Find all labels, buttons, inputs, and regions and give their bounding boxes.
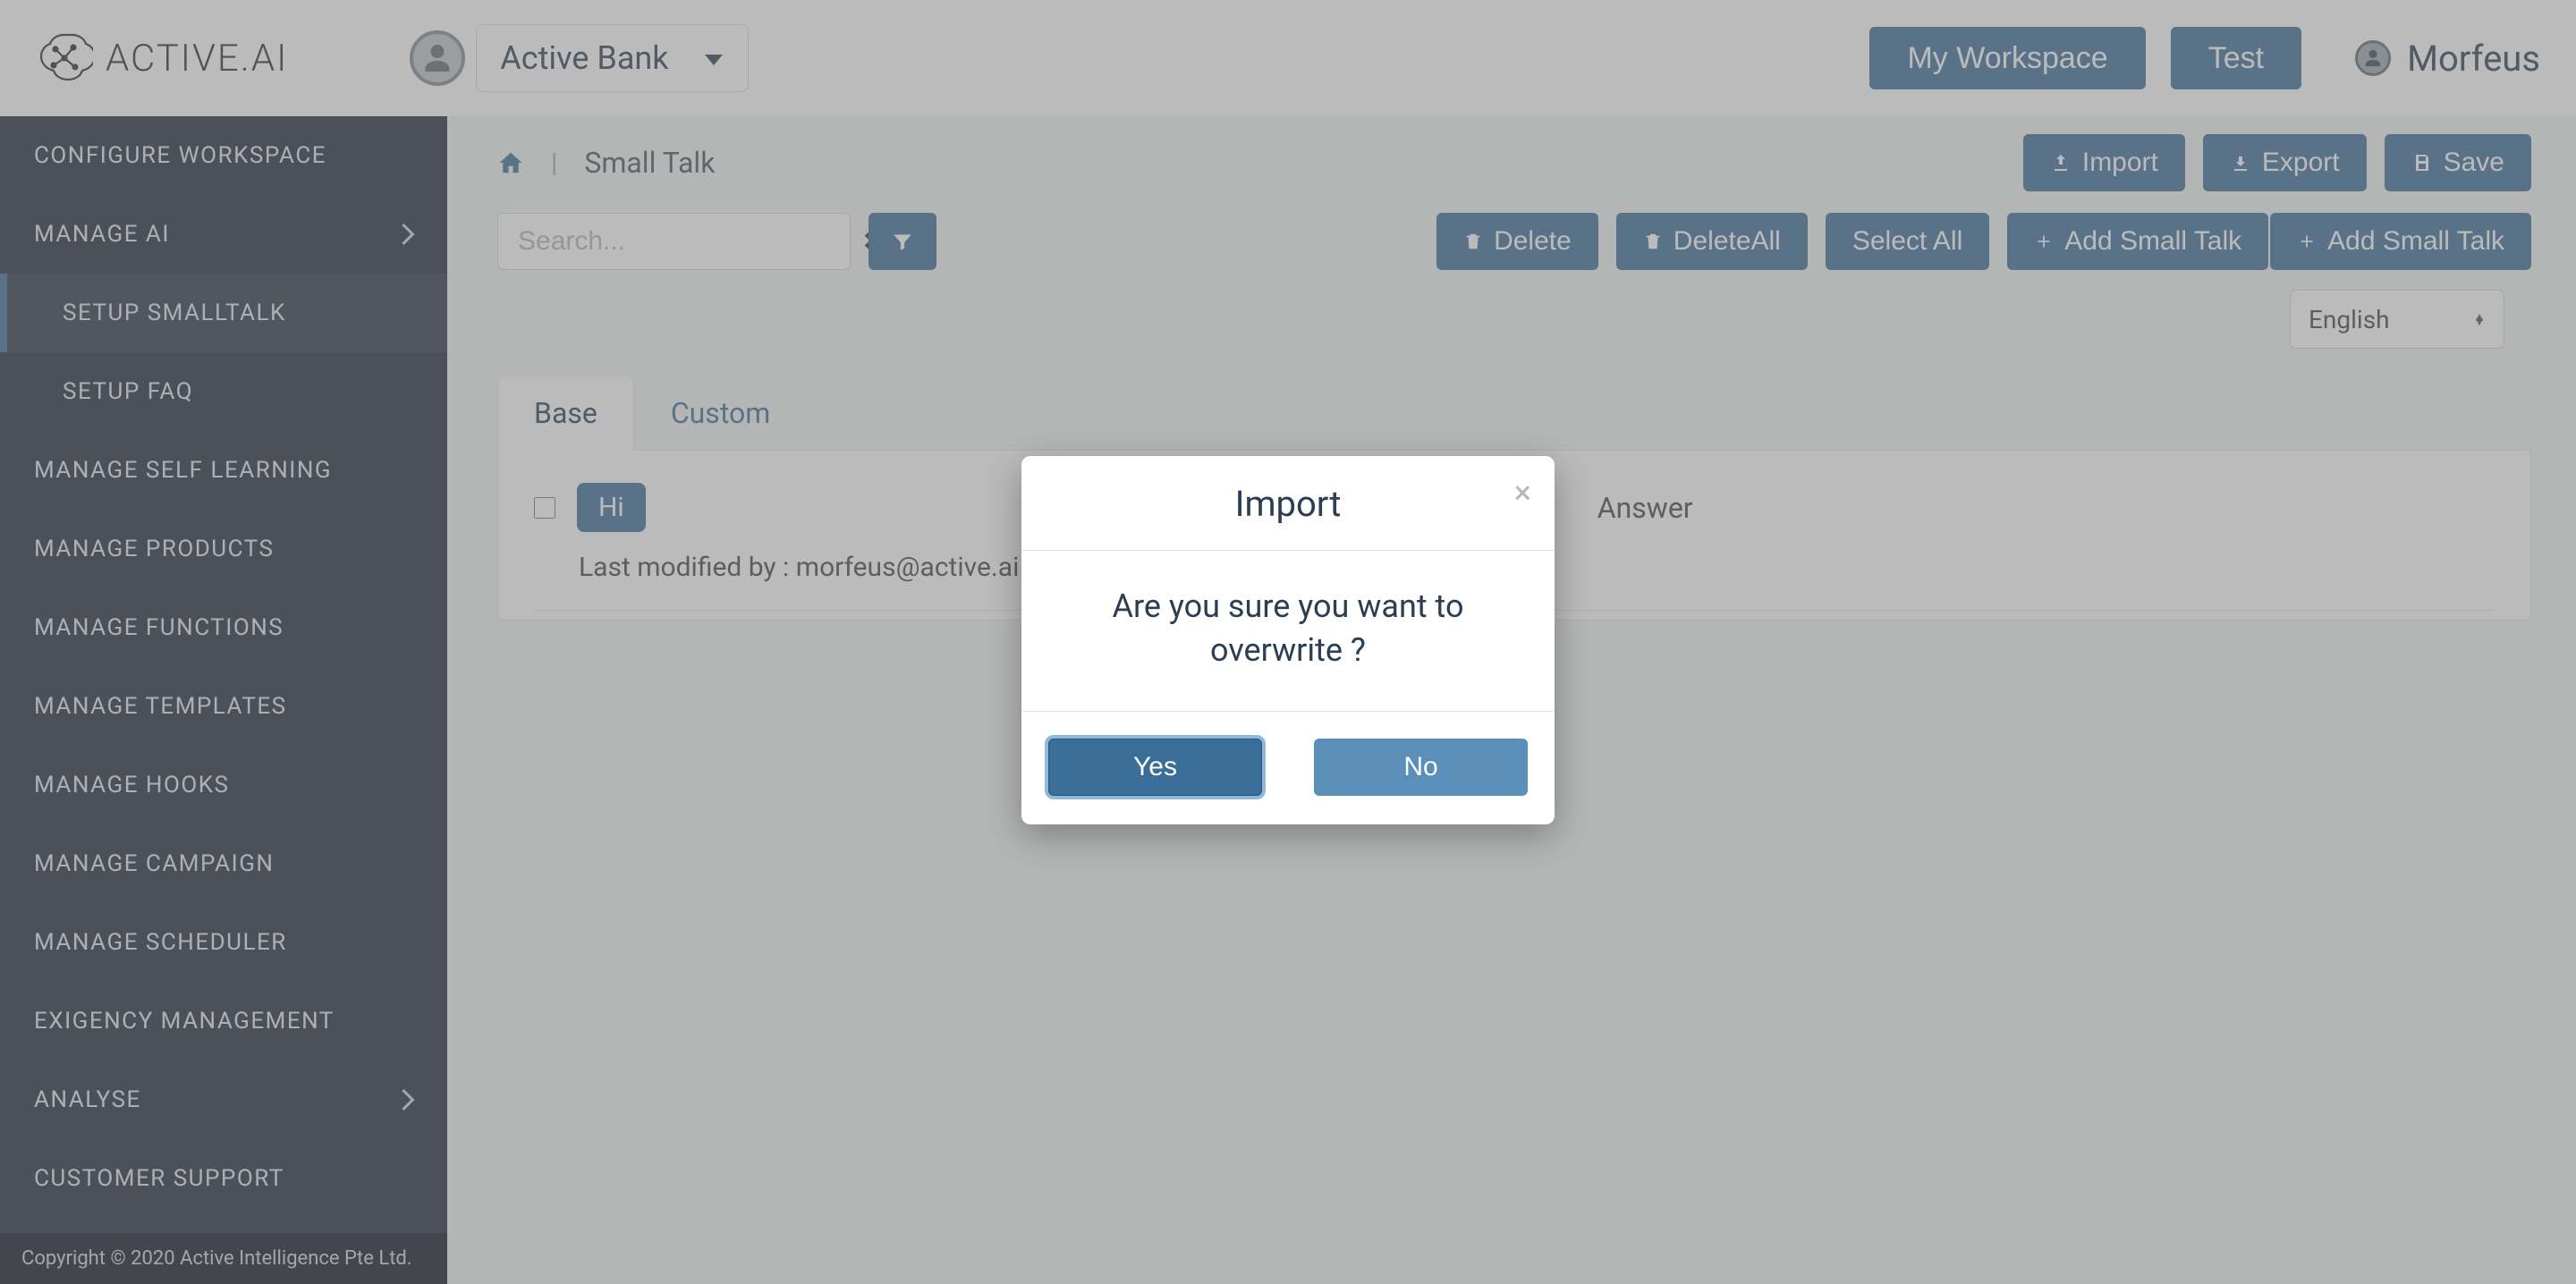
close-icon[interactable]: × <box>1514 474 1531 511</box>
import-modal: Import × Are you sure you want to overwr… <box>1021 456 1555 824</box>
modal-overlay: Import × Are you sure you want to overwr… <box>0 0 2576 1284</box>
confirm-no-button[interactable]: No <box>1314 739 1528 796</box>
modal-title: Import <box>1235 483 1342 525</box>
confirm-yes-button[interactable]: Yes <box>1048 739 1262 796</box>
modal-message: Are you sure you want to overwrite ? <box>1021 551 1555 712</box>
